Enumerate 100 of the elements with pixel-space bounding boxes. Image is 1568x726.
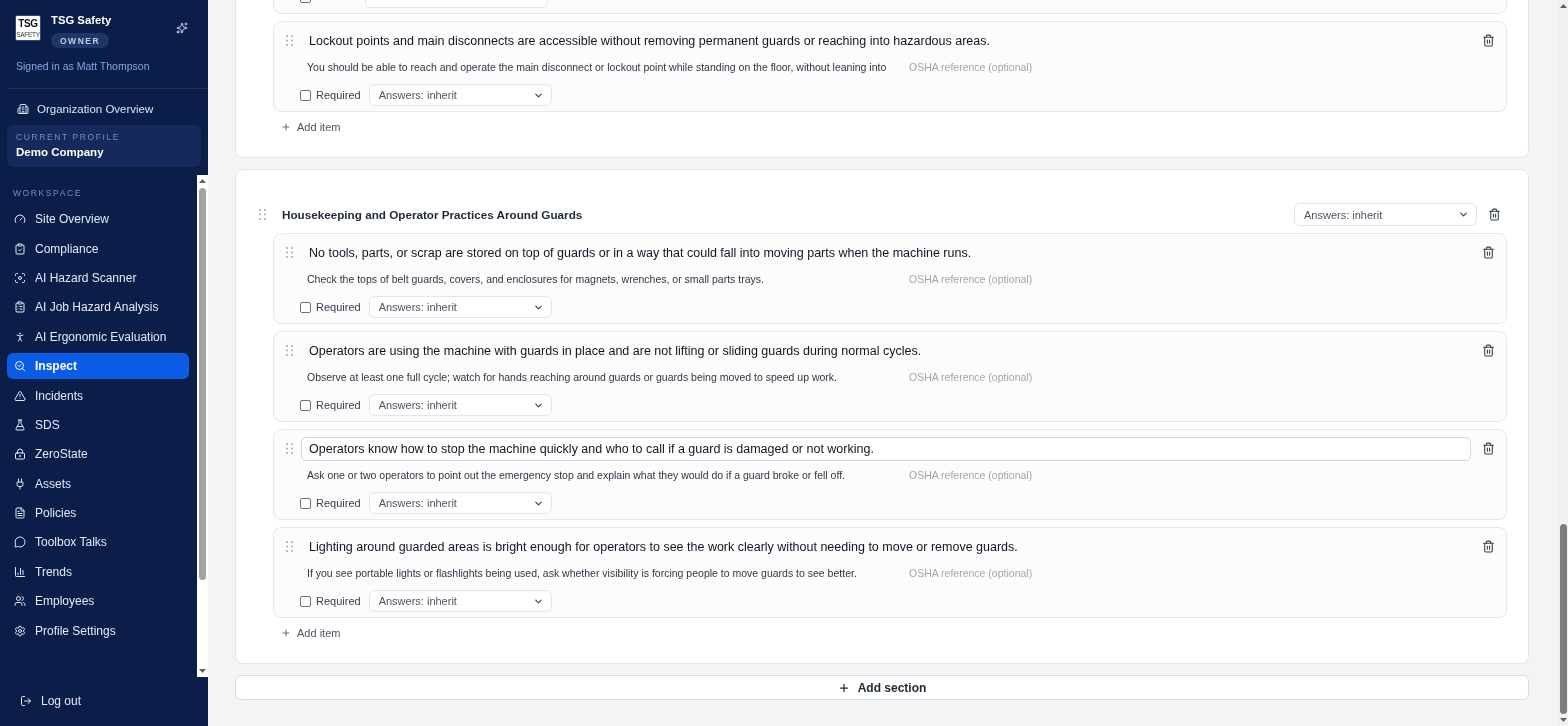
drag-handle-icon[interactable]: [286, 247, 293, 258]
required-checkbox[interactable]: [300, 497, 311, 509]
scroll-down-icon[interactable]: [199, 669, 206, 673]
building-icon: [17, 103, 29, 115]
answers-select[interactable]: Answers: inherit: [368, 394, 552, 416]
osha-reference-field[interactable]: OSHA reference (optional): [901, 271, 1471, 287]
scan-frame-icon: [14, 271, 26, 284]
item-description-field[interactable]: Observe at least one full cycle; watch for hands reaching around guards or guards being moved to speed up work.: [301, 369, 901, 385]
users-icon: [14, 595, 26, 608]
answers-select[interactable]: Answers: inherit: [368, 296, 552, 318]
trash-icon[interactable]: [1482, 34, 1495, 47]
item-title-field[interactable]: Lockout points and main disconnects are accessible without removing permanent guards or reaching into hazardous areas.: [301, 29, 1471, 53]
required-label: Required: [316, 399, 361, 411]
required-label: Required: [316, 301, 361, 313]
warning-icon: [14, 389, 26, 402]
flask-icon: [14, 418, 26, 431]
required-label: Required: [316, 497, 361, 509]
chevron-down-icon: [1458, 209, 1469, 220]
logout-icon: [20, 695, 32, 707]
clipboard-list-icon: [14, 301, 26, 314]
required-label: Required: [316, 89, 361, 101]
item-description-field[interactable]: Check the tops of belt guards, covers, and enclosures for magnets, wrenches, or small parts trays.: [301, 271, 901, 287]
nav-item[interactable]: AI Hazard Scanner: [7, 265, 189, 291]
nav-item[interactable]: Employees: [7, 588, 189, 614]
workspace-label: WORKSPACE: [13, 188, 83, 198]
item-description-field[interactable]: Ask one or two operators to point out the emergency stop and explain what they would do if a guard broke or fell off.: [301, 467, 901, 483]
drag-handle-icon[interactable]: [286, 345, 293, 356]
clipboard-check-icon: [14, 242, 26, 255]
add-item-button[interactable]: Add item: [281, 626, 341, 640]
scroll-up-icon[interactable]: [1559, 4, 1567, 8]
plus-icon: [281, 628, 291, 638]
nav-item[interactable]: Trends: [7, 559, 189, 585]
organization-overview-link[interactable]: Organization Overview: [0, 97, 154, 121]
trash-icon[interactable]: [1482, 442, 1495, 455]
required-checkbox[interactable]: [300, 399, 311, 411]
signed-in-text: Signed in as Matt Thompson: [16, 59, 150, 73]
nav-item[interactable]: Profile Settings: [7, 617, 189, 644]
org-name: TSG Safety: [51, 13, 112, 27]
profile-name: Demo Company: [16, 145, 104, 159]
scrollbar-thumb[interactable]: [199, 188, 206, 580]
scroll-up-icon[interactable]: [199, 179, 206, 183]
required-checkbox[interactable]: [300, 89, 311, 101]
role-badge: OWNER: [51, 33, 110, 48]
scrollbar-track[interactable]: [197, 175, 208, 677]
search-check-icon: [14, 360, 26, 373]
nav-item[interactable]: Inspect: [7, 353, 189, 379]
nav-item[interactable]: SDS: [7, 412, 189, 438]
nav-item[interactable]: Toolbox Talks: [7, 529, 189, 556]
answers-select[interactable]: Answers: inherit: [368, 590, 552, 612]
sparkles-icon[interactable]: [176, 22, 188, 34]
trash-icon[interactable]: [1482, 344, 1495, 357]
required-checkbox[interactable]: [300, 301, 311, 313]
scrollbar-track[interactable]: [1558, 0, 1568, 726]
nav-item[interactable]: Assets: [7, 471, 189, 497]
logo-wordmark: TSG: [18, 18, 38, 29]
nav-item[interactable]: AI Ergonomic Evaluation: [7, 324, 189, 350]
nav-item[interactable]: Site Overview: [7, 206, 189, 232]
osha-reference-field[interactable]: OSHA reference (optional): [901, 565, 1471, 581]
osha-reference-field[interactable]: OSHA reference (optional): [901, 59, 1471, 75]
scrollbar-thumb[interactable]: [1559, 524, 1567, 714]
trash-icon[interactable]: [1482, 246, 1495, 259]
lock-icon: [14, 448, 26, 461]
logout-link[interactable]: Log out: [7, 688, 82, 714]
plus-icon: [837, 681, 850, 694]
osha-reference-field[interactable]: OSHA reference (optional): [901, 467, 1471, 483]
plug-icon: [14, 477, 26, 490]
settings-icon: [14, 624, 26, 637]
add-item-button[interactable]: Add item: [281, 120, 341, 134]
nav-item[interactable]: ZeroState: [7, 441, 189, 467]
item-description-field[interactable]: If you see portable lights or flashlights being used, ask whether visibility is forcing people to move guards to see better.: [301, 565, 901, 581]
person-icon: [14, 330, 26, 343]
item-title-field[interactable]: No tools, parts, or scrap are stored on top of guards or in a way that could fall into moving parts when the machine runs.: [301, 241, 1471, 265]
add-section-button[interactable]: Add section: [235, 675, 1529, 700]
nav-item[interactable]: Incidents: [7, 382, 189, 409]
answers-select[interactable]: Answers: inherit: [368, 84, 552, 106]
chat-bubble-icon: [14, 536, 26, 549]
bar-chart-icon: [14, 565, 26, 578]
item-title-field[interactable]: Operators know how to stop the machine quickly and who to call if a guard is damaged or not working.: [301, 437, 1471, 461]
trash-icon[interactable]: [1482, 540, 1495, 553]
nav-item[interactable]: Policies: [7, 500, 189, 526]
nav-item[interactable]: AI Job Hazard Analysis: [7, 294, 189, 321]
item-title-field[interactable]: Operators are using the machine with guards in place and are not lifting or sliding guards during normal cycles.: [301, 339, 1471, 363]
item-description-field[interactable]: You should be able to reach and operate the main disconnect or lockout point while standing on the floor, without leaning into: [301, 59, 901, 75]
item-title-field[interactable]: Lighting around guarded areas is bright enough for operators to see the work clearly without needing to move or remove guards.: [301, 535, 1471, 559]
answers-select[interactable]: Answers: inherit: [1294, 203, 1477, 226]
required-checkbox[interactable]: [300, 595, 311, 607]
drag-handle-icon[interactable]: [286, 35, 293, 46]
osha-reference-field[interactable]: OSHA reference (optional): [901, 369, 1471, 385]
drag-handle-icon[interactable]: [259, 209, 266, 220]
answers-select[interactable]: Answers: inherit: [368, 492, 552, 514]
trash-icon[interactable]: [1488, 208, 1501, 221]
plus-icon: [281, 122, 291, 132]
nav-item[interactable]: Compliance: [7, 235, 189, 262]
section-title: Housekeeping and Operator Practices Around Guards: [282, 208, 583, 221]
scroll-down-icon[interactable]: [1559, 718, 1567, 722]
drag-handle-icon[interactable]: [286, 541, 293, 552]
document-icon: [14, 507, 26, 520]
drag-handle-icon[interactable]: [286, 443, 293, 454]
current-profile-label: CURRENT PROFILE: [16, 132, 121, 142]
current-profile-card[interactable]: CURRENT PROFILE Demo Company: [7, 125, 201, 167]
